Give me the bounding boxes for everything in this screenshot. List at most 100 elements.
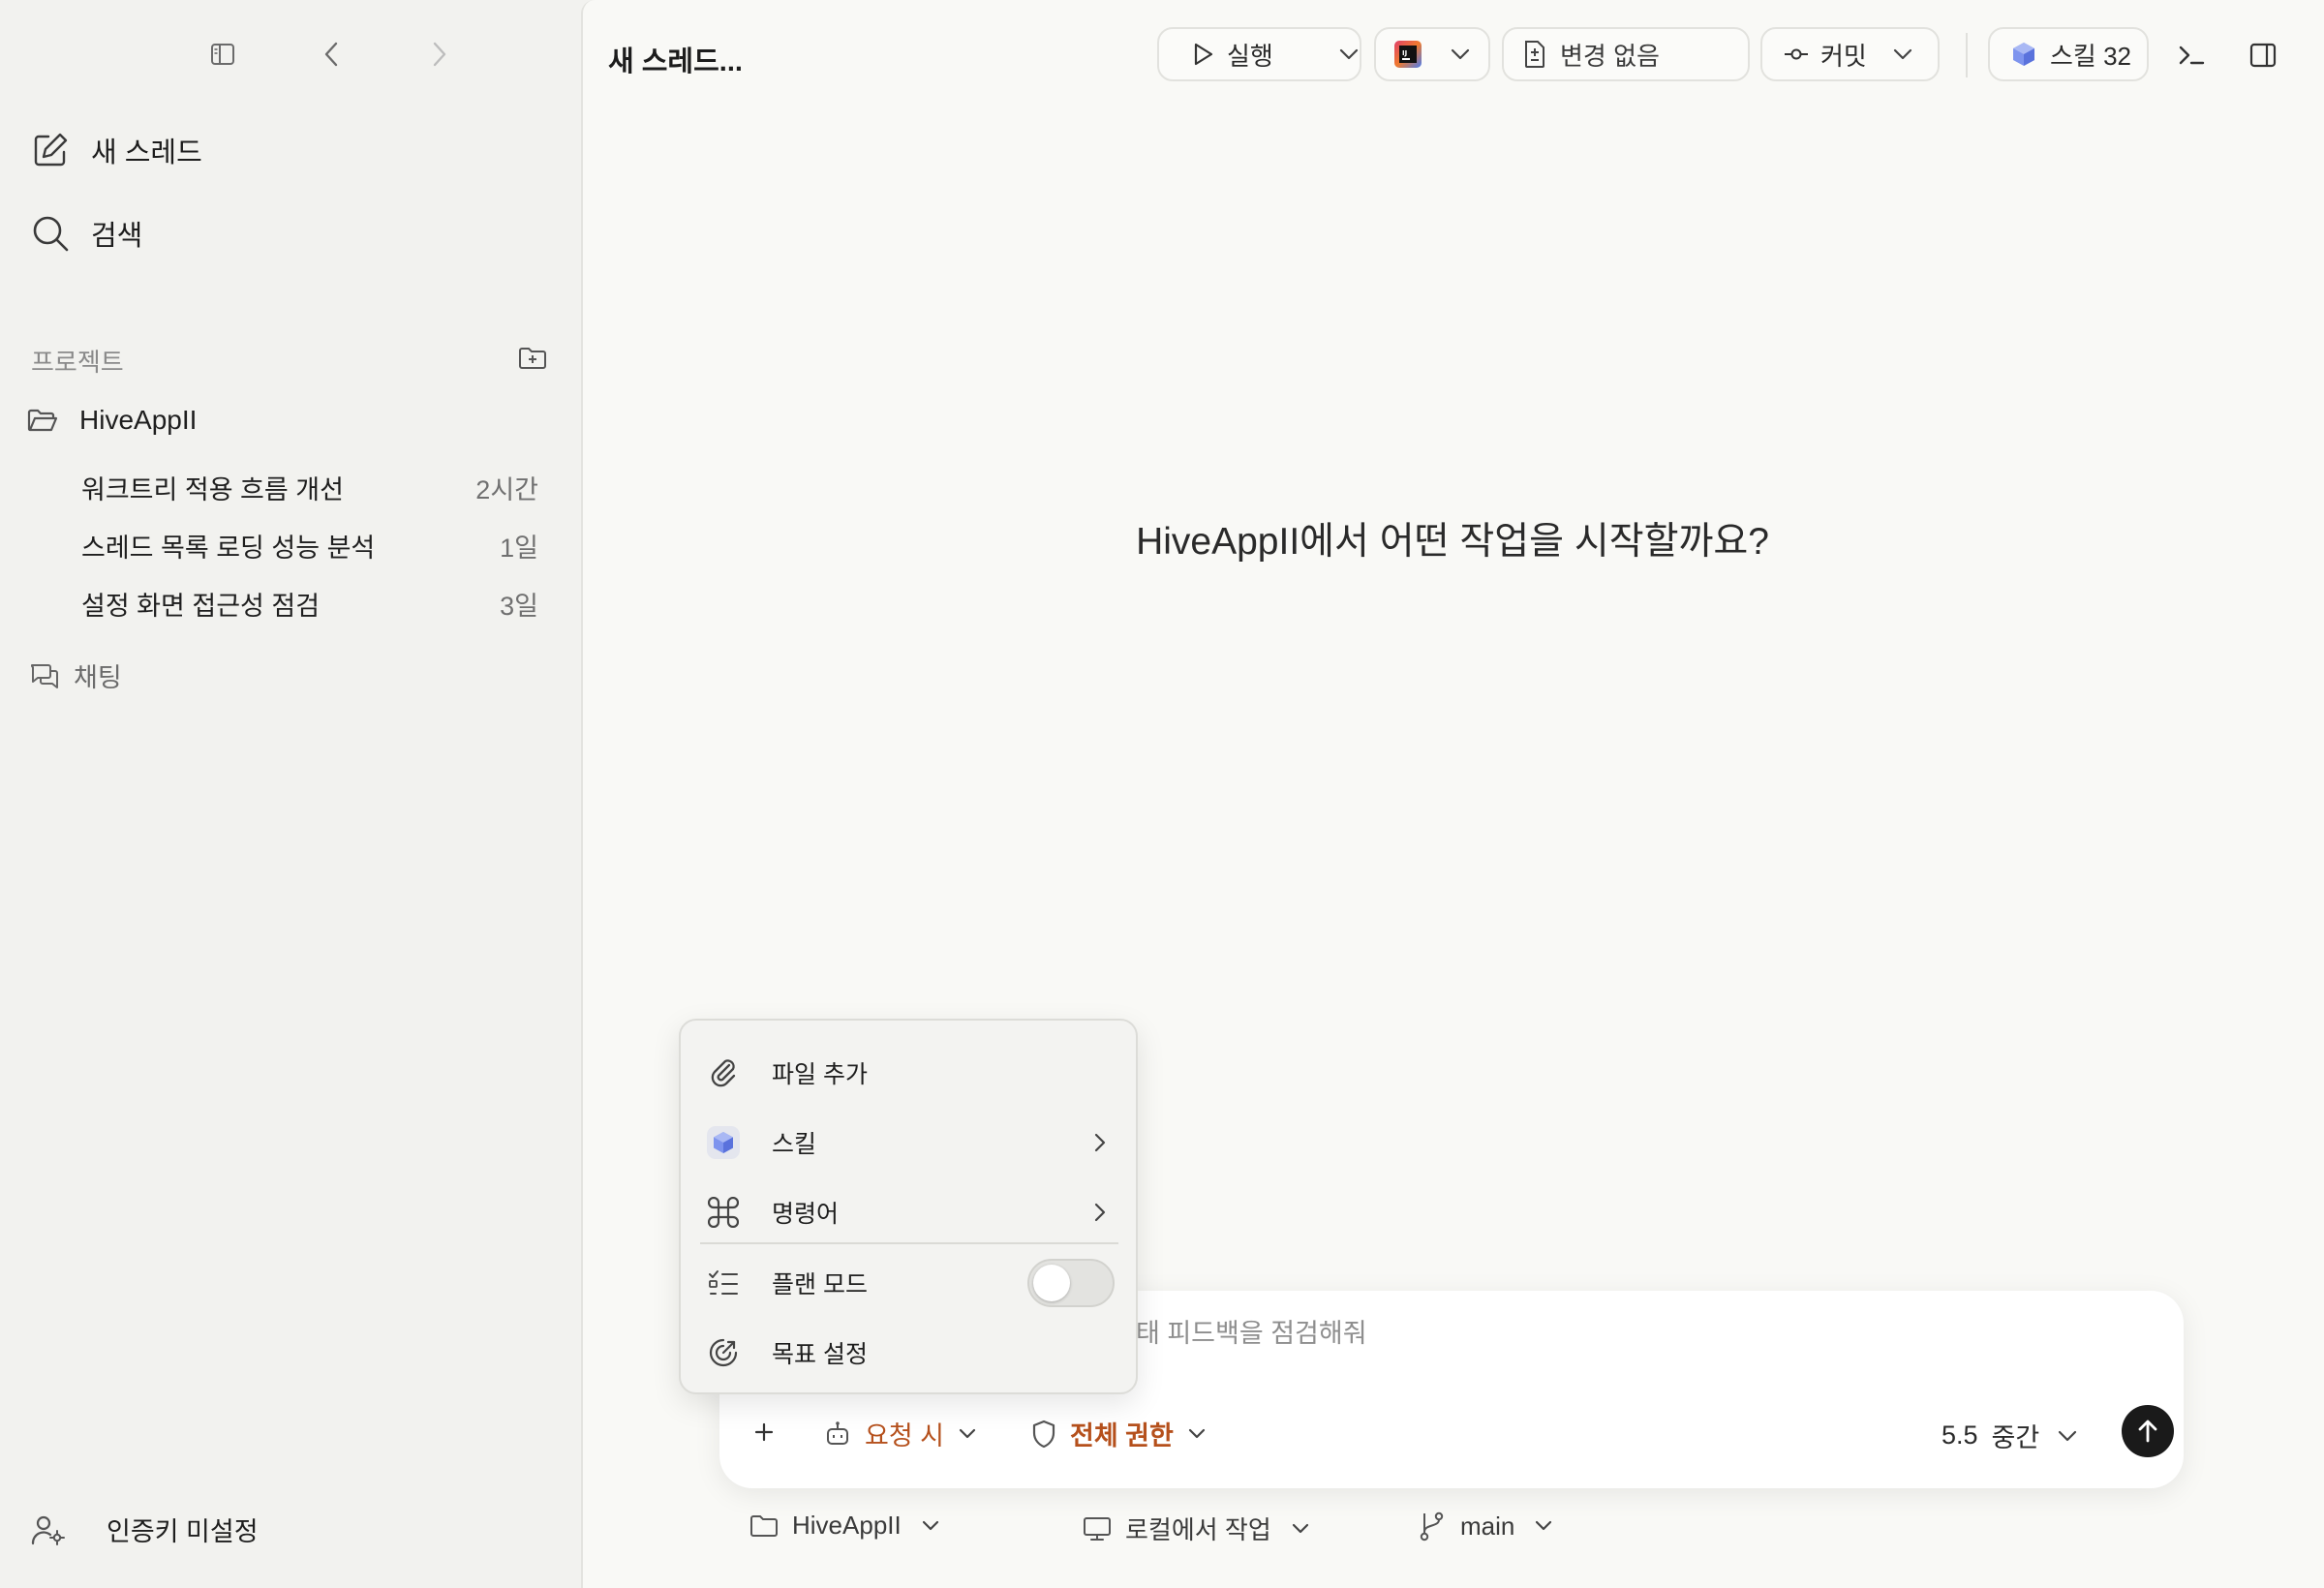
- project-name: HiveAppII: [79, 405, 198, 435]
- composer-plus-menu: 파일 추가 스킬 명령어 플랜 모드 목표 설정: [679, 1019, 1138, 1394]
- send-button[interactable]: [2122, 1405, 2174, 1457]
- command-key-icon: [704, 1193, 743, 1232]
- auth-status-label: 인증키 미설정: [107, 1517, 259, 1546]
- sidebar: 새 스레드 검색 프로젝트 HiveAppII 워크트리 적용 흐름 개선 2시…: [0, 0, 581, 1588]
- model-dropdown-icon: [2057, 1430, 2078, 1442]
- menu-item-commands[interactable]: 명령어: [681, 1178, 1136, 1246]
- shield-icon: [1031, 1420, 1056, 1449]
- monitor-icon: [1083, 1515, 1112, 1542]
- menu-label-plan-mode: 플랜 모드: [772, 1271, 868, 1298]
- ide-app-icon: IJ: [1393, 40, 1422, 69]
- play-icon: [1192, 42, 1215, 67]
- menu-item-skills[interactable]: 스킬: [681, 1109, 1136, 1176]
- ide-selector[interactable]: IJ: [1374, 27, 1490, 81]
- diff-file-icon: [1523, 40, 1546, 69]
- run-split-button[interactable]: 실행: [1157, 27, 1361, 81]
- chevron-right-icon: [1093, 1202, 1107, 1223]
- model-selector[interactable]: 5.5 중간: [1942, 1417, 2078, 1454]
- folder-icon: [749, 1513, 779, 1539]
- folder-open-icon: [27, 407, 58, 434]
- changes-label: 변경 없음: [1560, 41, 1660, 71]
- permission-dropdown-icon: [1187, 1428, 1207, 1440]
- thread-age: 2시간: [475, 475, 538, 504]
- plus-icon: [753, 1421, 775, 1443]
- menu-label-set-goal: 목표 설정: [772, 1341, 868, 1368]
- menu-item-plan-mode[interactable]: 플랜 모드: [681, 1249, 1136, 1317]
- auth-settings-button[interactable]: 인증키 미설정: [31, 1511, 259, 1548]
- approval-dropdown-icon: [958, 1428, 977, 1440]
- toggle-sidebar-icon[interactable]: [207, 39, 238, 70]
- target-icon: [704, 1333, 743, 1372]
- back-arrow-icon[interactable]: [316, 37, 347, 72]
- workspace-selector[interactable]: 로컬에서 작업: [1083, 1511, 1310, 1546]
- thread-title: 스레드 목록 로딩 성능 분석: [81, 534, 376, 563]
- new-thread-button[interactable]: 새 스레드: [31, 130, 202, 170]
- branch-dropdown-icon: [1534, 1520, 1553, 1532]
- thread-age: 3일: [500, 592, 538, 621]
- commit-icon: [1784, 47, 1809, 61]
- composer-input[interactable]: 태 피드백을 점검해줘: [1136, 1312, 1367, 1350]
- approval-mode-selector[interactable]: 요청 시: [824, 1415, 977, 1452]
- search-label: 검색: [91, 221, 143, 252]
- commit-dropdown-icon[interactable]: [1892, 47, 1913, 61]
- changes-button[interactable]: 변경 없음: [1502, 27, 1750, 81]
- model-version: 5.5: [1942, 1420, 1978, 1450]
- thread-title: 워크트리 적용 흐름 개선: [81, 475, 344, 504]
- git-branch-icon: [1418, 1511, 1447, 1542]
- arrow-up-icon: [2136, 1419, 2159, 1444]
- user-settings-icon: [31, 1512, 66, 1547]
- add-attachment-button[interactable]: [749, 1417, 780, 1448]
- run-label: 실행: [1227, 41, 1273, 71]
- workspace-label: 로컬에서 작업: [1125, 1515, 1271, 1544]
- projects-header: 프로젝트: [31, 348, 124, 377]
- terminal-icon[interactable]: [2173, 37, 2210, 74]
- workspace-dropdown-icon: [1291, 1523, 1310, 1535]
- branch-selector[interactable]: main: [1418, 1511, 1553, 1542]
- toolbar-divider: [1966, 33, 1968, 77]
- chat-item[interactable]: 채팅: [29, 657, 122, 694]
- project-selector[interactable]: HiveAppII: [749, 1511, 940, 1541]
- svg-text:IJ: IJ: [1402, 49, 1407, 57]
- menu-label-add-file: 파일 추가: [772, 1061, 868, 1088]
- start-prompt-heading: HiveAppII에서 어떤 작업을 시작할까요?: [1136, 521, 1769, 563]
- run-dropdown-icon[interactable]: [1338, 47, 1360, 61]
- new-thread-label: 새 스레드: [91, 137, 202, 168]
- project-item[interactable]: HiveAppII: [27, 405, 197, 436]
- skills-label: 스킬 32: [2050, 41, 2131, 71]
- approval-mode-label: 요청 시: [865, 1421, 945, 1451]
- menu-item-add-file[interactable]: 파일 추가: [681, 1039, 1136, 1107]
- run-button[interactable]: 실행: [1159, 37, 1330, 73]
- thread-age: 1일: [500, 534, 538, 563]
- right-panel-toggle-icon[interactable]: [2245, 37, 2281, 74]
- permission-selector[interactable]: 전체 권한: [1031, 1415, 1207, 1452]
- thread-item[interactable]: 설정 화면 접근성 점검 3일: [81, 585, 538, 623]
- toggle-knob: [1033, 1265, 1070, 1301]
- skills-button[interactable]: 스킬 32: [1988, 27, 2149, 81]
- chevron-right-icon: [1093, 1132, 1107, 1153]
- checklist-icon: [704, 1264, 743, 1302]
- search-button[interactable]: 검색: [31, 213, 142, 254]
- add-project-folder-icon[interactable]: [515, 343, 550, 374]
- project-label: HiveAppII: [792, 1511, 902, 1540]
- plan-mode-toggle[interactable]: [1027, 1259, 1115, 1307]
- search-icon: [31, 214, 70, 253]
- chat-label: 채팅: [74, 663, 122, 692]
- thread-item[interactable]: 워크트리 적용 흐름 개선 2시간: [81, 469, 538, 506]
- thread-title: 설정 화면 접근성 점검: [81, 592, 321, 621]
- thread-item[interactable]: 스레드 목록 로딩 성능 분석 1일: [81, 527, 538, 565]
- skill-cube-icon: [2011, 41, 2036, 68]
- branch-label: main: [1460, 1511, 1515, 1541]
- forward-arrow-icon[interactable]: [424, 37, 455, 72]
- skill-cube-icon: [704, 1123, 743, 1162]
- project-dropdown-icon: [921, 1520, 940, 1532]
- menu-item-set-goal[interactable]: 목표 설정: [681, 1319, 1136, 1387]
- chat-bubbles-icon: [29, 661, 60, 690]
- compose-icon: [31, 131, 70, 169]
- commit-label: 커밋: [1820, 41, 1867, 71]
- commit-button[interactable]: 커밋: [1760, 27, 1940, 81]
- ide-dropdown-icon: [1450, 47, 1471, 61]
- robot-icon: [824, 1420, 851, 1448]
- menu-label-commands: 명령어: [772, 1201, 840, 1228]
- model-effort: 중간: [1991, 1423, 2040, 1452]
- menu-label-skills: 스킬: [772, 1131, 817, 1158]
